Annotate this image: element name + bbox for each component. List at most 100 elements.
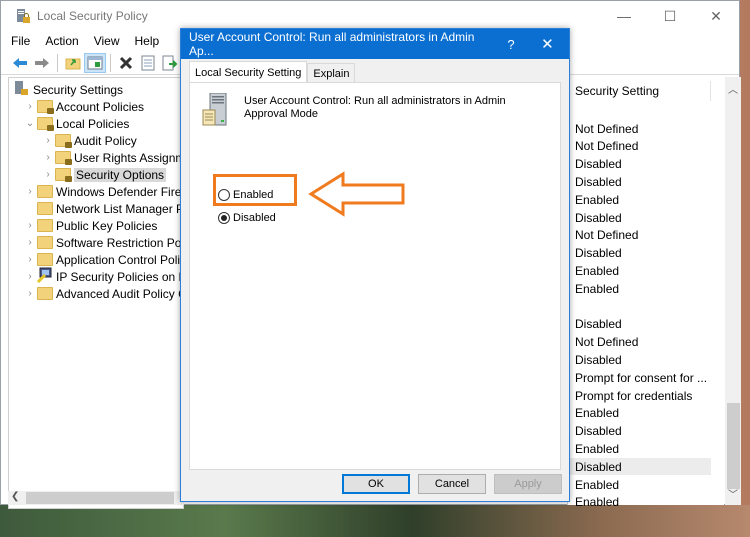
- tree-item[interactable]: ⌄ Local Policies: [23, 115, 129, 132]
- list-row[interactable]: Disabled: [568, 173, 711, 190]
- list-row[interactable]: Enabled: [568, 262, 711, 279]
- folder-icon: [37, 185, 53, 198]
- tree-item[interactable]: › Account Policies: [23, 98, 144, 115]
- minimize-button[interactable]: —: [601, 1, 647, 31]
- delete-icon[interactable]: [115, 53, 137, 73]
- tree-item[interactable]: › Application Control Polici: [23, 251, 183, 268]
- column-header-security-setting[interactable]: Security Setting: [568, 81, 711, 101]
- list-row[interactable]: Enabled: [568, 191, 711, 208]
- list-row[interactable]: Enabled: [568, 280, 711, 297]
- scrollbar-thumb[interactable]: [26, 492, 174, 504]
- chevron-down-icon[interactable]: ⌄: [23, 118, 37, 129]
- radio-disabled-label: Disabled: [233, 212, 276, 224]
- chevron-right-icon[interactable]: ›: [23, 101, 37, 112]
- tree-item[interactable]: › User Rights Assignmen: [41, 149, 183, 166]
- chevron-right-icon[interactable]: ›: [41, 152, 55, 163]
- scroll-down-icon[interactable]: ﹀: [725, 486, 741, 501]
- tree-item[interactable]: Security Settings: [13, 81, 123, 98]
- list-row[interactable]: Enabled: [568, 494, 711, 511]
- forward-arrow-icon[interactable]: [31, 53, 53, 73]
- cancel-button[interactable]: Cancel: [418, 474, 486, 494]
- list-row[interactable]: Enabled: [568, 440, 711, 457]
- scroll-left-icon[interactable]: ❮: [11, 491, 19, 502]
- folder-icon: [37, 287, 53, 300]
- tree-item-label: Network List Manager Poli: [56, 201, 184, 216]
- list-row[interactable]: Prompt for consent for ...: [568, 369, 711, 386]
- console-tree: Security Settings › Account Policies ⌄ Local…: [8, 77, 184, 509]
- dialog-close-button[interactable]: ✕: [526, 35, 569, 53]
- apply-button[interactable]: Apply: [494, 474, 562, 494]
- tree-item[interactable]: › Software Restriction Polici: [23, 234, 184, 251]
- annotation-arrow-icon: [308, 171, 405, 217]
- folder-icon: [37, 253, 53, 266]
- radio-disabled[interactable]: Disabled: [218, 212, 276, 224]
- properties-icon[interactable]: [137, 53, 159, 73]
- list-row[interactable]: Not Defined: [568, 334, 711, 351]
- list-row[interactable]: Not Defined: [568, 227, 711, 244]
- scroll-up-icon[interactable]: ︿: [725, 81, 741, 96]
- up-folder-icon[interactable]: [62, 53, 84, 73]
- list-row[interactable]: Not Defined: [568, 138, 711, 155]
- tree-item[interactable]: › Public Key Policies: [23, 217, 157, 234]
- export-list-icon[interactable]: [159, 53, 181, 73]
- chevron-right-icon[interactable]: ›: [23, 288, 37, 299]
- back-arrow-icon[interactable]: [9, 53, 31, 73]
- chevron-right-icon[interactable]: ›: [23, 220, 37, 231]
- list-row[interactable]: Disabled: [568, 316, 711, 333]
- tree-item[interactable]: › Advanced Audit Policy Co: [23, 285, 184, 302]
- list-row[interactable]: Enabled: [568, 405, 711, 422]
- tree-item-label: IP Security Policies on Loca: [56, 269, 183, 284]
- list-row[interactable]: [568, 298, 711, 315]
- toolbar-separator: [110, 53, 111, 72]
- show-hide-console-tree-icon[interactable]: [84, 52, 106, 73]
- maximize-button[interactable]: ☐: [647, 1, 693, 31]
- tree-item[interactable]: › Windows Defender Firewal: [23, 183, 183, 200]
- list-row[interactable]: Disabled: [568, 156, 711, 173]
- chevron-right-icon[interactable]: ›: [41, 135, 55, 146]
- tree-item[interactable]: Network List Manager Poli: [23, 200, 184, 217]
- annotation-highlight-box: [213, 174, 297, 206]
- list-row[interactable]: Disabled: [568, 423, 711, 440]
- chevron-right-icon[interactable]: ›: [23, 186, 37, 197]
- list-vertical-scrollbar[interactable]: ︿ ﹀: [725, 77, 741, 505]
- list-row[interactable]: Disabled: [568, 245, 711, 262]
- tree-item[interactable]: › Audit Policy: [41, 132, 137, 149]
- chevron-right-icon[interactable]: ›: [23, 271, 37, 282]
- list-row[interactable]: Disabled: [568, 458, 711, 476]
- list-row[interactable]: Prompt for credentials: [568, 387, 711, 404]
- menu-action[interactable]: Action: [45, 34, 78, 48]
- scrollbar-thumb[interactable]: [727, 403, 740, 489]
- list-row[interactable]: Not Defined: [568, 120, 711, 137]
- list-row[interactable]: Disabled: [568, 209, 711, 226]
- tree-item[interactable]: › IP Security Policies on Loca: [23, 267, 183, 285]
- menu-view[interactable]: View: [94, 34, 120, 48]
- tree-horizontal-scrollbar[interactable]: ❮: [8, 491, 184, 505]
- list-row[interactable]: Enabled: [568, 476, 711, 493]
- tree-item-label: Local Policies: [56, 116, 130, 131]
- lock-icon: [65, 159, 72, 165]
- tree-item-label: Audit Policy: [74, 133, 137, 148]
- chevron-right-icon[interactable]: ›: [23, 254, 37, 265]
- close-button[interactable]: ✕: [693, 1, 739, 31]
- tab-local-security-setting[interactable]: Local Security Setting: [189, 61, 308, 83]
- tab-explain[interactable]: Explain: [307, 63, 356, 83]
- policy-name: User Account Control: Run all administra…: [244, 95, 506, 120]
- policy-list: Security Setting Not Defined Not Defined D…: [567, 77, 724, 509]
- chevron-right-icon[interactable]: ›: [23, 237, 37, 248]
- help-button[interactable]: ?: [496, 37, 525, 52]
- radio-disabled-circle[interactable]: [218, 212, 230, 224]
- tree-item-label: User Rights Assignmen: [74, 150, 183, 165]
- list-row[interactable]: Disabled: [568, 351, 711, 368]
- tree-item[interactable]: › Security Options: [41, 166, 167, 183]
- locked-folder-icon: [55, 151, 72, 165]
- ok-button[interactable]: OK: [342, 474, 410, 494]
- menu-file[interactable]: File: [11, 34, 30, 48]
- tree-item-label: Advanced Audit Policy Co: [56, 286, 184, 301]
- folder-icon: [37, 219, 53, 232]
- locked-folder-icon: [37, 117, 54, 131]
- tree-item-label: Security Settings: [33, 82, 124, 97]
- tree-item-label: Software Restriction Polici: [56, 235, 184, 250]
- security-settings-icon: [13, 80, 33, 99]
- chevron-right-icon[interactable]: ›: [41, 169, 55, 180]
- menu-help[interactable]: Help: [135, 34, 160, 48]
